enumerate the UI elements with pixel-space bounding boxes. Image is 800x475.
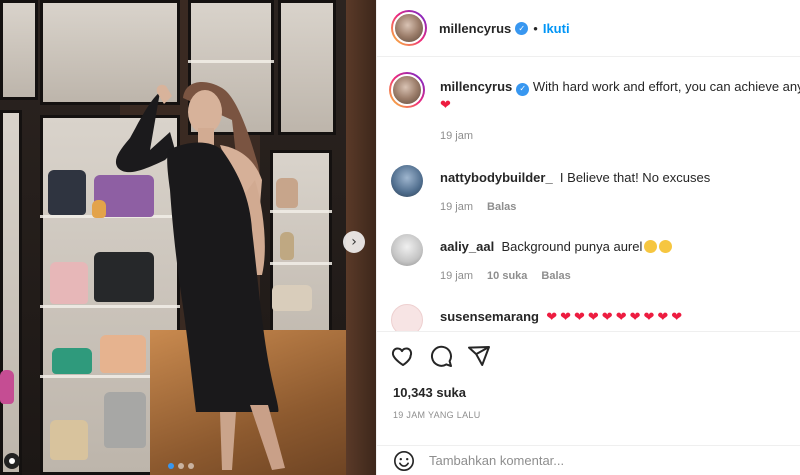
follow-button[interactable]: Ikuti (543, 21, 570, 36)
laughing-emoji (644, 240, 658, 253)
post-actions: 10,343 suka 19 JAM YANG LALU (377, 331, 800, 445)
comment-username[interactable]: nattybodybuilder_ (440, 170, 553, 185)
comment-meta: 19 jam (440, 130, 473, 142)
next-slide-button[interactable]: › (343, 231, 365, 253)
comment-body: aaliy_aal Background punya aurel (440, 238, 800, 256)
comment-time[interactable]: 19 jam (440, 270, 473, 282)
caption-text: millencyrus ✓ With hard work and effort, … (440, 78, 800, 115)
avatar[interactable] (391, 234, 423, 266)
post-username[interactable]: millencyrus (439, 21, 511, 36)
comment-username[interactable]: susensemarang (440, 309, 539, 324)
avatar[interactable] (391, 304, 423, 331)
heart-emoji: ❤ (440, 98, 454, 113)
add-comment-bar: Tambahkan komentar... (377, 445, 800, 475)
heart-emojis: ❤❤❤❤❤❤❤❤❤❤ (546, 310, 686, 325)
verified-icon: ✓ (515, 21, 529, 35)
comment-body: susensemarang ❤❤❤❤❤❤❤❤❤❤ (440, 308, 800, 327)
comment-likes[interactable]: 10 suka (487, 270, 527, 282)
comment-time[interactable]: 19 jam (440, 201, 473, 213)
action-icons (391, 344, 491, 368)
post-side-panel: millencyrus ✓ • Ikuti millencyrus ✓ With … (376, 0, 800, 475)
laughing-emoji (659, 240, 673, 253)
share-icon[interactable] (467, 344, 491, 368)
avatar[interactable] (391, 10, 427, 46)
verified-icon: ✓ (516, 82, 530, 96)
separator: • (533, 20, 538, 36)
comment-text: I Believe that! No excuses (559, 170, 711, 185)
slide-dot (168, 463, 174, 469)
post-dialog: › millencyrus ✓ • Ikuti millencyrus ✓ Wit… (0, 0, 800, 475)
slide-dot (188, 463, 194, 469)
like-count[interactable]: 10,343 suka (393, 385, 466, 400)
avatar[interactable] (389, 72, 425, 108)
avatar[interactable] (391, 165, 423, 197)
comment-time[interactable]: 19 jam (440, 130, 473, 142)
comment-text: Background punya aurel (501, 239, 643, 254)
slide-indicator (168, 463, 194, 469)
comment-icon[interactable] (429, 344, 453, 368)
comment-meta: 19 jam Balas (440, 201, 516, 213)
emoji-icon[interactable] (393, 450, 415, 472)
comment-list[interactable]: millencyrus ✓ With hard work and effort, … (377, 58, 800, 331)
reply-button[interactable]: Balas (487, 201, 516, 213)
post-photo[interactable]: › (0, 0, 376, 475)
comment-body: nattybodybuilder_ I Believe that! No exc… (440, 169, 800, 187)
heart-icon[interactable] (391, 344, 415, 368)
reply-button[interactable]: Balas (541, 270, 570, 282)
woman-figure (115, 82, 285, 470)
post-time[interactable]: 19 JAM YANG LALU (393, 410, 481, 420)
slide-dot (178, 463, 184, 469)
comment-username[interactable]: aaliy_aal (440, 239, 494, 254)
comment-input[interactable]: Tambahkan komentar... (429, 453, 564, 468)
comment-username[interactable]: millencyrus (440, 79, 512, 94)
tagged-user-icon[interactable] (4, 453, 20, 469)
comment-text: With hard work and effort, you can achie… (532, 79, 800, 94)
post-header: millencyrus ✓ • Ikuti (377, 0, 800, 57)
comment-meta: 19 jam 10 suka Balas (440, 270, 571, 282)
